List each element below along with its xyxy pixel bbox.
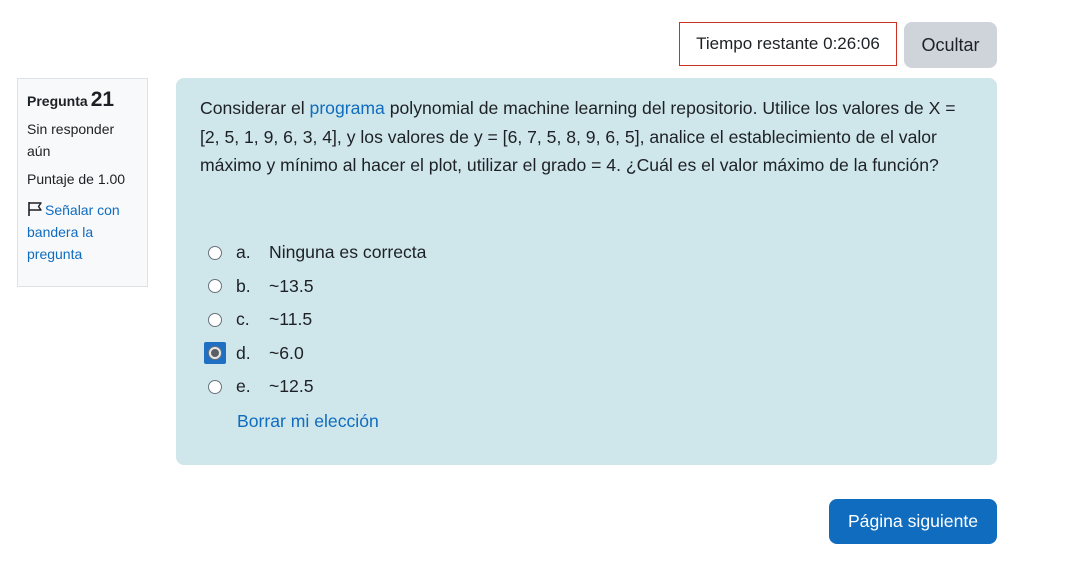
radio-e[interactable] <box>208 379 222 394</box>
answer-option-e[interactable]: e. ~12.5 <box>208 370 426 404</box>
answer-option-a[interactable]: a. Ninguna es correcta <box>208 236 426 270</box>
answer-letter: b. <box>236 275 251 296</box>
answer-text: Ninguna es correcta <box>269 242 427 263</box>
question-content: Considerar el programa polynomial de mac… <box>176 78 997 465</box>
answer-text: ~6.0 <box>269 342 304 363</box>
answer-option-c[interactable]: c. ~11.5 <box>208 303 426 337</box>
timer-label: Tiempo restante <box>696 34 819 53</box>
question-number-value: 21 <box>90 88 115 111</box>
radio-dot <box>211 349 219 358</box>
question-status: Sin responder aún <box>27 121 115 159</box>
radio-d-selected[interactable] <box>204 342 226 365</box>
answer-option-d[interactable]: d. ~6.0 <box>204 337 426 371</box>
hide-timer-button[interactable]: Ocultar <box>904 22 997 68</box>
answer-option-b[interactable]: b. ~13.5 <box>208 270 426 304</box>
radio-c[interactable] <box>208 312 222 327</box>
timer-box: Tiempo restante 0:26:06 <box>679 22 897 66</box>
timer-value: 0:26:06 <box>823 34 880 53</box>
answer-text: ~12.5 <box>269 376 314 397</box>
answer-letter: c. <box>236 309 250 330</box>
answer-text: ~13.5 <box>269 275 314 296</box>
answer-text: ~11.5 <box>269 309 313 330</box>
answer-letter: a. <box>236 242 251 263</box>
next-page-button[interactable]: Página siguiente <box>829 499 997 544</box>
clear-choice-link[interactable]: Borrar mi elección <box>237 411 379 432</box>
program-link[interactable]: programa <box>310 98 385 118</box>
question-label: Pregunta <box>27 93 88 109</box>
question-info-panel: Pregunta 21 Sin responder aún Puntaje de … <box>17 78 148 287</box>
answer-letter: e. <box>236 376 251 397</box>
radio-inner <box>208 346 222 361</box>
radio-a[interactable] <box>208 245 222 260</box>
question-marks: Puntaje de 1.00 <box>27 171 126 187</box>
question-text: Considerar el programa polynomial de mac… <box>200 94 973 180</box>
radio-b[interactable] <box>208 279 222 294</box>
answer-list: a. Ninguna es correcta b. ~13.5 c. ~11.5… <box>204 236 426 404</box>
flag-icon <box>28 202 42 216</box>
question-text-part1: Considerar el <box>200 98 310 118</box>
answer-letter: d. <box>236 342 251 363</box>
flag-question-link[interactable]: Señalar con bandera la pregunta <box>27 199 138 265</box>
question-number: Pregunta 21 <box>27 89 138 112</box>
